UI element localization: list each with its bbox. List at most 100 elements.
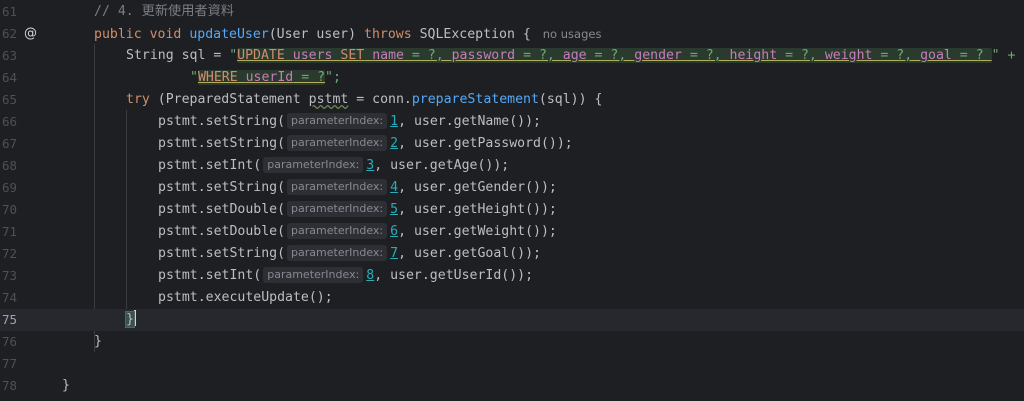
code-line[interactable]: 72 pstmt.setString(parameterIndex: 7, user… [0, 243, 1024, 265]
sql-token: = ? [293, 70, 326, 85]
code-content: String sql = "UPDATE users SET name = ?,… [126, 45, 1015, 67]
line-number: 61 [1, 4, 17, 19]
method-call: setInt( [205, 158, 262, 173]
object-ref: pstmt. [158, 158, 206, 173]
method-call: setString( [205, 136, 286, 151]
code-token: (PreparedStatement [149, 92, 309, 107]
number-literal: 1 [390, 114, 399, 129]
code-line[interactable]: 64 "WHERE userId = ?"; [0, 67, 1024, 89]
code-content: public void updateUser(User user) throws… [94, 23, 601, 46]
code-content: pstmt.setInt(parameterIndex: 8, user.getU… [158, 265, 533, 287]
parameter-hint: parameterIndex: [287, 179, 388, 195]
comment: // 4. 更新使用者資料 [94, 4, 234, 19]
sql-token: = ?, [515, 48, 563, 63]
sql-token: goal [920, 48, 952, 63]
code-content: pstmt.setString(parameterIndex: 2, user.g… [158, 133, 573, 155]
object-ref: pstmt. [158, 114, 206, 129]
code-line[interactable]: 76} [0, 331, 1024, 353]
number-literal: 2 [390, 136, 399, 151]
code-token: , user.getGender()); [398, 180, 557, 195]
override-annotation-icon[interactable]: @ [24, 23, 37, 45]
sql-token: password [451, 48, 516, 63]
code-line[interactable]: 73 pstmt.setInt(parameterIndex: 8, user.ge… [0, 265, 1024, 287]
sql-token: = ?, [777, 48, 825, 63]
code-content: pstmt.setString(parameterIndex: 1, user.g… [158, 111, 541, 133]
sql-token: age [562, 48, 587, 63]
sql-token: = ? [951, 48, 992, 63]
method-params: (User user) [268, 27, 357, 42]
code-line[interactable]: 70 pstmt.setDouble(parameterIndex: 5, user… [0, 199, 1024, 221]
number-literal: 5 [390, 202, 399, 217]
variable: pstmt [308, 92, 349, 107]
method-call: setInt( [205, 268, 262, 283]
sql-token: = ?, [403, 48, 452, 63]
number-literal: 4 [390, 180, 399, 195]
keyword: public [94, 27, 142, 42]
object-ref: pstmt. [158, 246, 206, 261]
code-token: String sql = [126, 48, 230, 63]
method-call: setDouble( [205, 202, 286, 217]
sql-token: = ?, [681, 48, 730, 63]
code-token: , user.getName()); [398, 114, 541, 129]
method-name: prepareStatement [411, 92, 539, 107]
method-call: setString( [205, 114, 286, 129]
number-literal: 7 [390, 246, 399, 261]
code-line[interactable]: 63 String sql = "UPDATE users SET name = … [0, 45, 1024, 67]
sql-token: height [729, 48, 778, 63]
code-line[interactable]: 69 pstmt.setString(parameterIndex: 4, user… [0, 177, 1024, 199]
sql-token: weight [824, 48, 873, 63]
sql-fragment: UPDATE users SET name = ?, password = ?,… [237, 48, 992, 63]
method-call: setString( [205, 246, 286, 261]
keyword: try [126, 92, 150, 107]
code-line[interactable]: 65 try (PreparedStatement pstmt = conn.pr… [0, 89, 1024, 111]
line-number: 77 [1, 356, 17, 371]
code-line[interactable]: 77 [0, 353, 1024, 375]
code-token: (sql)) { [538, 92, 603, 107]
line-number: 66 [1, 114, 17, 129]
code-line[interactable]: 61 // 4. 更新使用者資料 [0, 1, 1024, 23]
line-number: 62 [1, 26, 17, 41]
parameter-hint: parameterIndex: [287, 135, 388, 151]
line-number: 67 [1, 136, 17, 151]
code-line[interactable]: 62 @ public void updateUser(User user) thr… [0, 23, 1024, 45]
sql-fragment: WHERE userId = ? [197, 70, 326, 85]
line-number: 65 [1, 92, 17, 107]
code-token: pstmt.executeUpdate(); [158, 290, 333, 305]
code-content: } [125, 309, 136, 331]
string-end: " + [991, 48, 1016, 63]
code-line[interactable]: 75} [0, 309, 1024, 331]
code-line[interactable]: 67 pstmt.setString(parameterIndex: 2, user… [0, 133, 1024, 155]
number-literal: 6 [390, 224, 399, 239]
code-content: "WHERE userId = ?"; [190, 67, 341, 89]
parameter-hint: parameterIndex: [287, 245, 388, 261]
line-number: 64 [1, 70, 17, 85]
keyword: void [149, 27, 182, 42]
code-line[interactable]: 71 pstmt.setDouble(parameterIndex: 6, user… [0, 221, 1024, 243]
text-caret [133, 310, 136, 326]
parameter-hint: parameterIndex: [287, 223, 388, 239]
line-number: 74 [1, 290, 17, 305]
code-editor[interactable]: 61// 4. 更新使用者資料 62 @ public void updateUser… [0, 0, 1024, 401]
code-line[interactable]: 66 pstmt.setString(parameterIndex: 1, user… [0, 111, 1024, 133]
parameter-hint: parameterIndex: [287, 113, 388, 129]
code-content: // 4. 更新使用者資料 [94, 1, 234, 23]
sql-token: UPDATE [237, 48, 285, 63]
code-content: pstmt.setDouble(parameterIndex: 6, user.g… [158, 221, 557, 243]
code-token: = conn. [348, 92, 412, 107]
code-content: pstmt.setDouble(parameterIndex: 5, user.g… [158, 199, 557, 221]
code-token: , user.getWeight()); [398, 224, 557, 239]
keyword: throws [364, 27, 412, 42]
line-number: 78 [1, 378, 17, 393]
string-quote: " [229, 48, 238, 63]
code-token: , user.getGoal()); [398, 246, 541, 261]
code-content: pstmt.executeUpdate(); [158, 287, 333, 309]
code-line[interactable]: 78} [0, 375, 1024, 397]
code-line[interactable]: 68 pstmt.setInt(parameterIndex: 3, user.ge… [0, 155, 1024, 177]
object-ref: pstmt. [158, 136, 206, 151]
sql-token: = ?, [586, 48, 635, 63]
parameter-hint: parameterIndex: [287, 201, 388, 217]
code-line[interactable]: 74 pstmt.executeUpdate(); [0, 287, 1024, 309]
